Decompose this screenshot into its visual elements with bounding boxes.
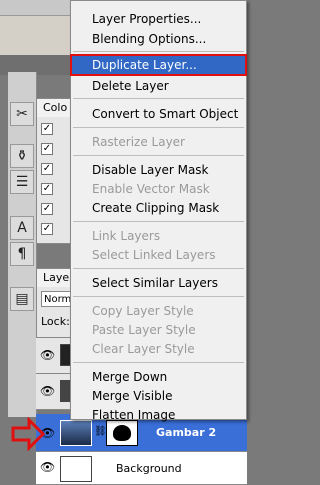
channel-checkbox[interactable]: ✓ [41, 183, 53, 195]
menu-item-link-layers[interactable]: Link Layers [71, 226, 246, 246]
eye-icon[interactable]: 👁 [40, 348, 55, 362]
menu-separator [73, 296, 244, 297]
lock-label: Lock: [41, 315, 70, 328]
menu-item-clear-layer-style[interactable]: Clear Layer Style [71, 339, 246, 359]
channel-checkbox[interactable]: ✓ [41, 203, 53, 215]
channel-checkbox[interactable]: ✓ [41, 223, 53, 235]
menu-item-paste-layer-style[interactable]: Paste Layer Style [71, 320, 246, 340]
eye-icon[interactable]: 👁 [40, 384, 55, 398]
menu-item-disable-layer-mask[interactable]: Disable Layer Mask [71, 160, 246, 180]
navigator-icon[interactable]: ▤ [10, 287, 34, 311]
menu-item-delete-layer[interactable]: Delete Layer [71, 76, 246, 96]
channel-checkbox[interactable]: ✓ [41, 163, 53, 175]
menu-item-select-linked-layers[interactable]: Select Linked Layers [71, 245, 246, 265]
text-icon[interactable]: A [10, 216, 34, 240]
menu-item-enable-vector-mask[interactable]: Enable Vector Mask [71, 179, 246, 199]
tab-channels[interactable]: Colo [37, 99, 75, 117]
menu-separator [73, 362, 244, 363]
menu-separator [73, 51, 244, 52]
layer-thumbnail [60, 456, 92, 482]
clone-stamp-icon[interactable]: ⚱ [10, 144, 34, 168]
menu-item-blending-options[interactable]: Blending Options... [71, 29, 246, 49]
paragraph-icon[interactable]: ¶ [10, 242, 34, 266]
menu-item-duplicate-layer[interactable]: Duplicate Layer... [70, 54, 247, 76]
menu-item-rasterize-layer[interactable]: Rasterize Layer [71, 132, 246, 152]
layer-row[interactable]: 👁 Background [36, 452, 247, 485]
menu-separator [73, 268, 244, 269]
menu-item-convert-smart-object[interactable]: Convert to Smart Object [71, 104, 246, 124]
channel-checkbox[interactable]: ✓ [41, 143, 53, 155]
menu-item-flatten-image[interactable]: Flatten Image [71, 405, 246, 425]
menu-item-layer-properties[interactable]: Layer Properties... [71, 9, 246, 29]
history-icon[interactable]: ☰ [10, 170, 34, 194]
menu-item-merge-down[interactable]: Merge Down [71, 367, 246, 387]
chain-link-icon: ⛓ [94, 426, 107, 437]
pointer-arrow-icon [11, 417, 45, 451]
menu-separator [73, 221, 244, 222]
menu-item-select-similar-layers[interactable]: Select Similar Layers [71, 273, 246, 293]
layer-name: Background [116, 462, 182, 475]
brush-tools-icon[interactable]: ✂ [10, 102, 34, 126]
menu-separator [73, 98, 244, 99]
menu-item-copy-layer-style[interactable]: Copy Layer Style [71, 301, 246, 321]
eye-icon[interactable]: 👁 [40, 460, 55, 474]
panel-icon-dock: ✂ ⚱ ☰ A ¶ ▤ [8, 72, 37, 417]
menu-item-create-clipping-mask[interactable]: Create Clipping Mask [71, 198, 246, 218]
layer-context-menu: Layer Properties... Blending Options... … [70, 0, 247, 422]
menu-item-merge-visible[interactable]: Merge Visible [71, 386, 246, 406]
menu-separator [73, 127, 244, 128]
layer-name: Gambar 2 [156, 426, 217, 439]
channel-checkbox[interactable]: ✓ [41, 123, 53, 135]
menu-separator [73, 155, 244, 156]
